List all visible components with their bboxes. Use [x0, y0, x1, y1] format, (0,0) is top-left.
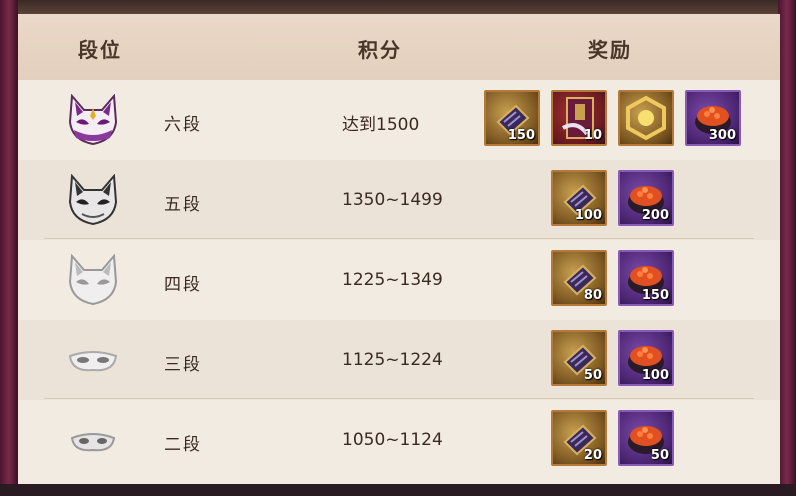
reward-item[interactable]: 20	[551, 410, 607, 466]
frame-right	[778, 0, 796, 496]
reward-count: 200	[641, 208, 669, 223]
gold-frame-icon	[626, 95, 666, 141]
frame-bottom	[0, 484, 796, 496]
header-rank: 段位	[78, 38, 122, 62]
reward-item[interactable]: 150	[618, 250, 674, 306]
table-row: 五段 1350~1499 100 200	[18, 160, 780, 240]
reward-count: 80	[583, 288, 602, 303]
reward-item[interactable]: 150	[484, 90, 540, 146]
header-score: 积分	[358, 38, 402, 62]
reward-count: 50	[583, 368, 602, 383]
table-header: 段位 积分 奖励	[18, 14, 780, 80]
small-eye-mask-icon	[70, 433, 116, 452]
reward-count: 100	[641, 368, 669, 383]
reward-count: 20	[583, 448, 602, 463]
table-row: 六段 达到1500 150 10 300	[18, 80, 780, 160]
table-row: 三段 1125~1224 50 100	[18, 320, 780, 400]
eye-mask-icon	[68, 351, 118, 372]
rank-label: 二段	[164, 435, 202, 455]
row-divider	[44, 398, 754, 399]
reward-item[interactable]: 200	[618, 170, 674, 226]
reward-item[interactable]: 50	[618, 410, 674, 466]
score-range: 达到1500	[342, 115, 420, 135]
reward-item[interactable]	[618, 90, 674, 146]
score-range: 1050~1124	[342, 430, 443, 450]
rank-label: 六段	[164, 115, 202, 135]
reward-item[interactable]: 50	[551, 330, 607, 386]
reward-item[interactable]: 80	[551, 250, 607, 306]
score-range: 1225~1349	[342, 270, 443, 290]
table-row: 四段 1225~1349 80 150	[18, 240, 780, 320]
reward-item[interactable]: 100	[551, 170, 607, 226]
reward-count: 150	[641, 288, 669, 303]
reward-item[interactable]: 10	[551, 90, 607, 146]
reward-count: 300	[708, 128, 736, 143]
reward-count: 50	[650, 448, 669, 463]
header-reward: 奖励	[588, 38, 632, 62]
reward-item[interactable]: 100	[618, 330, 674, 386]
frame-left	[0, 0, 18, 496]
row-divider	[44, 238, 754, 239]
rank-label: 四段	[164, 275, 202, 295]
reward-count: 10	[583, 128, 602, 143]
rank-label: 三段	[164, 355, 202, 375]
score-range: 1125~1224	[342, 350, 443, 370]
score-range: 1350~1499	[342, 190, 443, 210]
purple-fox-mask-icon	[68, 94, 118, 146]
reward-item[interactable]: 300	[685, 90, 741, 146]
gray-fox-mask-icon	[68, 174, 118, 226]
table-row: 二段 1050~1124 20 50	[18, 400, 780, 480]
rank-reward-panel: 段位 积分 奖励 六段 达到1500 150 10 300 五段 1350~14…	[18, 14, 780, 484]
rank-label: 五段	[164, 195, 202, 215]
white-fox-mask-icon	[68, 254, 118, 306]
reward-count: 150	[507, 128, 535, 143]
reward-count: 100	[574, 208, 602, 223]
frame-top	[0, 0, 796, 14]
